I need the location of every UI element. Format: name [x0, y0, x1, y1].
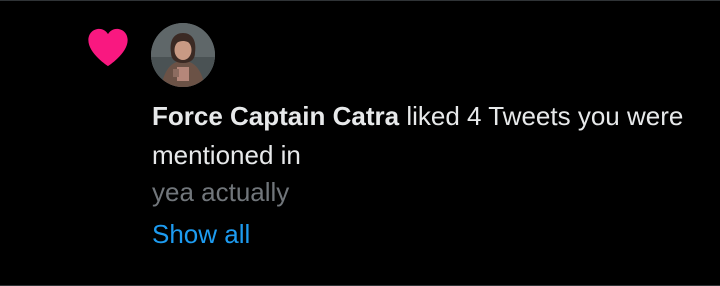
show-all-link[interactable]: Show all [152, 217, 250, 251]
avatar-image [151, 23, 215, 87]
notification-body: Force Captain Catra liked 4 Tweets you w… [152, 97, 708, 254]
tweet-snippet[interactable]: yea actually [152, 175, 708, 209]
heart-icon [88, 28, 128, 67]
notification-item[interactable]: Force Captain Catra liked 4 Tweets you w… [0, 0, 720, 286]
notification-text: Force Captain Catra liked 4 Tweets you w… [152, 97, 708, 175]
user-avatar[interactable] [151, 23, 215, 87]
user-name[interactable]: Force Captain Catra [152, 101, 399, 131]
